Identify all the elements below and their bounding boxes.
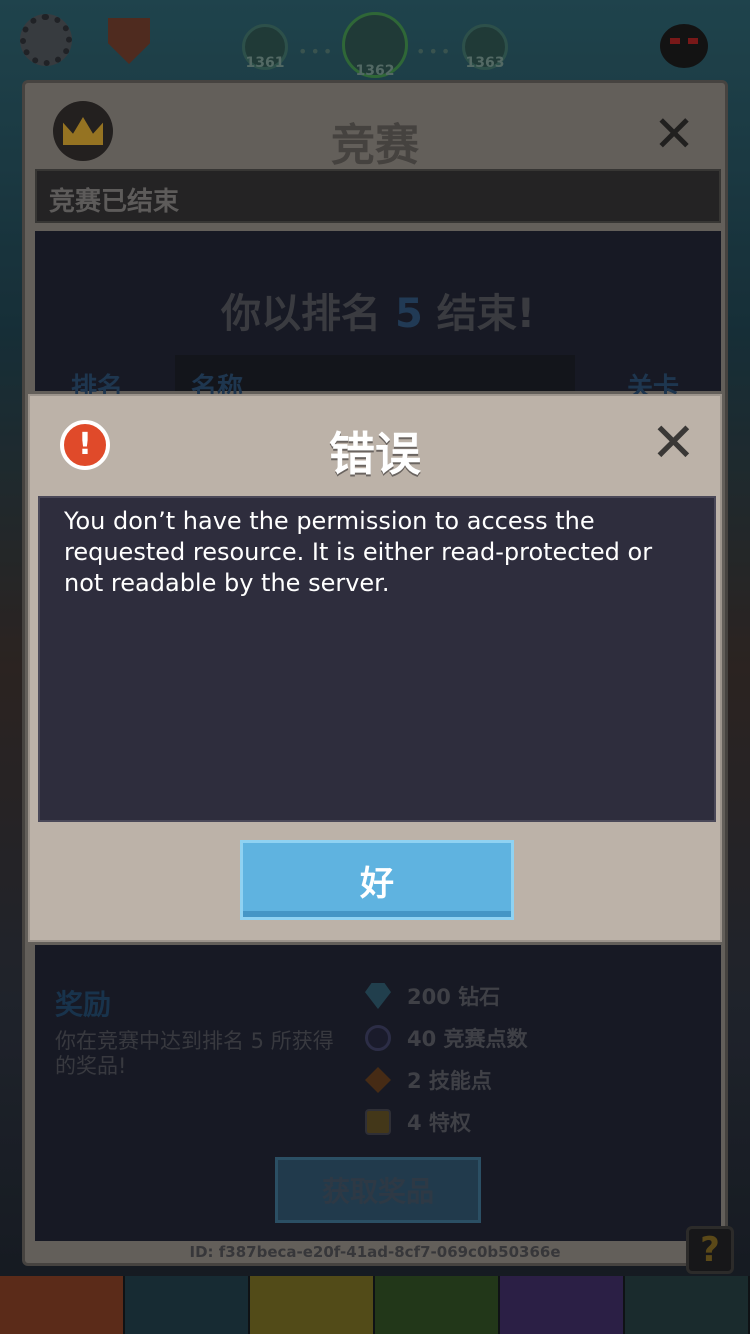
error-dialog: ! 错误 ✕ You don’t have the permission to … bbox=[28, 394, 722, 942]
dialog-body: You don’t have the permission to access … bbox=[38, 496, 716, 822]
error-message: You don’t have the permission to access … bbox=[64, 507, 653, 597]
ok-button[interactable]: 好 bbox=[240, 840, 514, 920]
close-icon[interactable]: ✕ bbox=[651, 416, 696, 470]
dialog-title: 错误 bbox=[329, 427, 421, 481]
